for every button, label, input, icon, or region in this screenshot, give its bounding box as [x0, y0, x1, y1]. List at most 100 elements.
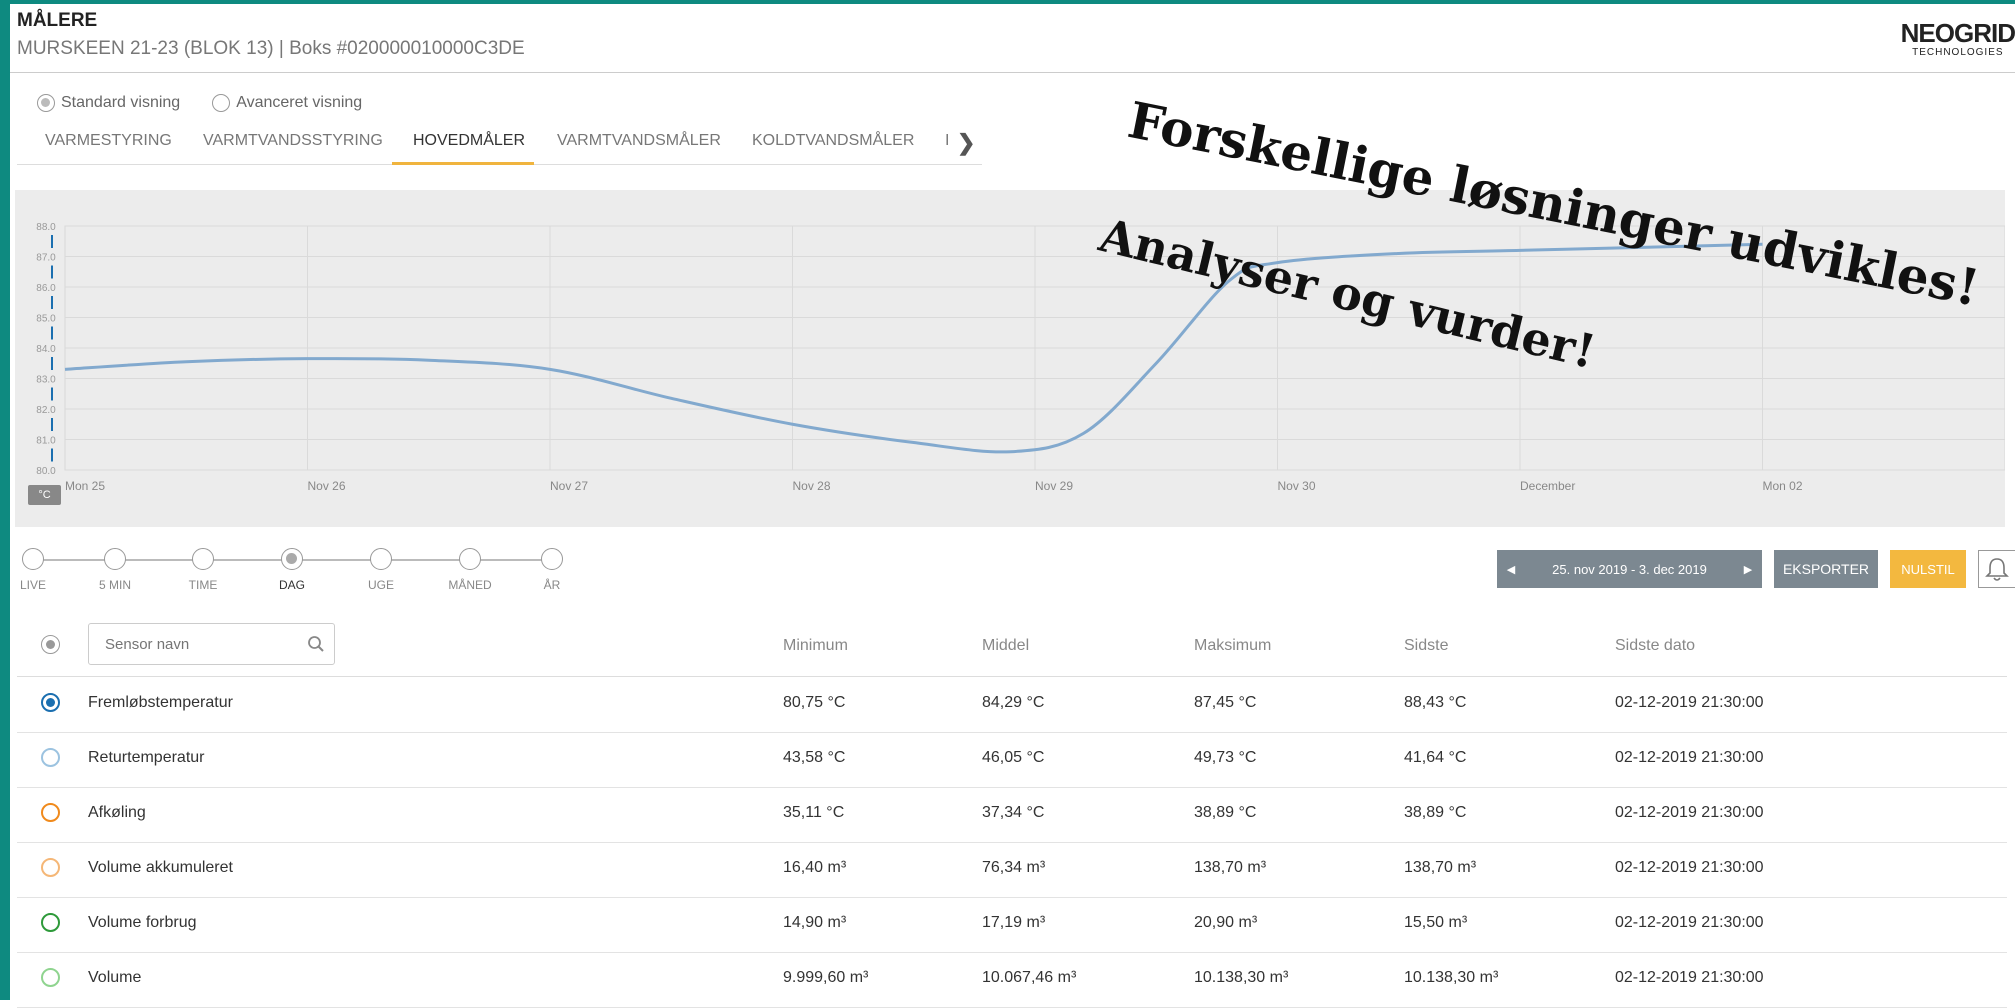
- table-row[interactable]: Volume akkumuleret 16,40 m³ 76,34 m³ 138,70…: [17, 842, 2007, 898]
- x-tick-label: Mon 02: [1763, 479, 1803, 493]
- cell-sensor-name: Volume forbrug: [88, 914, 197, 931]
- cell-sidste: 38,89 °C: [1404, 804, 1467, 821]
- cell-sidste: 15,50 m³: [1404, 914, 1468, 931]
- sensor-search-input[interactable]: [88, 623, 335, 665]
- view-option-label: Avanceret visning: [236, 94, 363, 111]
- reset-button[interactable]: NULSTIL: [1890, 550, 1966, 588]
- sensor-radio[interactable]: [41, 968, 60, 987]
- table-row[interactable]: Fremløbstemperatur 80,75 °C 84,29 °C 87,45 …: [17, 677, 2007, 733]
- table-row[interactable]: Volume forbrug 14,90 m³ 17,19 m³ 20,90 m³ 15…: [17, 897, 2007, 953]
- cell-minimum: 16,40 m³: [783, 859, 847, 876]
- y-tick-label: 86.0: [36, 283, 56, 294]
- tab-varmtvandsstyring[interactable]: VARMTVANDSSTYRING: [203, 132, 383, 150]
- notification-button[interactable]: [1978, 550, 2015, 588]
- tab-koldtvandsmaaler[interactable]: KOLDTVANDSMÅLER: [752, 132, 914, 150]
- header-divider: [10, 72, 2015, 73]
- table-header: Minimum Middel Maksimum Sidste Sidste da…: [17, 623, 2007, 677]
- search-icon[interactable]: [307, 635, 325, 653]
- column-header-maksimum[interactable]: Maksimum: [1194, 637, 1271, 655]
- range-stop-dot[interactable]: [459, 548, 481, 570]
- tab-more[interactable]: I: [945, 132, 949, 150]
- cell-sensor-name: Volume: [88, 969, 142, 986]
- sensor-radio[interactable]: [41, 913, 60, 932]
- view-option-advanced[interactable]: Avanceret visning: [212, 94, 362, 112]
- cell-middel: 76,34 m³: [982, 859, 1046, 876]
- x-tick-label: Nov 29: [1035, 479, 1073, 493]
- y-tick-label: 87.0: [36, 253, 56, 264]
- logo-main-text: NEOGRID: [1900, 18, 2015, 48]
- cell-sidste: 41,64 °C: [1404, 749, 1467, 766]
- date-range-label[interactable]: 25. nov 2019 - 3. dec 2019: [1525, 562, 1734, 577]
- table-row[interactable]: Afkøling 35,11 °C 37,34 °C 38,89 °C 38,89 °C…: [17, 787, 2007, 843]
- column-header-minimum[interactable]: Minimum: [783, 637, 848, 655]
- cell-sensor-name: Returtemperatur: [88, 749, 205, 766]
- sensor-radio[interactable]: [41, 693, 60, 712]
- cell-sidste: 88,43 °C: [1404, 694, 1467, 711]
- range-stop-dot[interactable]: [370, 548, 392, 570]
- page-title: MÅLERE: [17, 10, 98, 31]
- tab-hovedmaaler[interactable]: HOVEDMÅLER: [413, 132, 525, 150]
- active-tab-indicator: [392, 162, 534, 165]
- cell-sensor-name: Fremløbstemperatur: [88, 694, 233, 711]
- range-stop-label: 5 MIN: [98, 578, 132, 592]
- cell-middel: 10.067,46 m³: [982, 969, 1077, 986]
- caret-right-icon[interactable]: ▶: [1734, 563, 1762, 576]
- cell-middel: 37,34 °C: [982, 804, 1045, 821]
- bell-icon: [1985, 558, 2009, 581]
- y-unit-badge[interactable]: °C: [28, 485, 61, 505]
- cell-sidste-dato: 02-12-2019 21:30:00: [1615, 694, 1764, 711]
- meter-tabs: VARMESTYRING VARMTVANDSSTYRING HOVEDMÅLE…: [17, 124, 982, 165]
- sensor-radio[interactable]: [41, 748, 60, 767]
- range-stop-dot[interactable]: [22, 548, 44, 570]
- table-row[interactable]: Returtemperatur 43,58 °C 46,05 °C 49,73 °C 4…: [17, 732, 2007, 788]
- cell-sidste-dato: 02-12-2019 21:30:00: [1615, 804, 1764, 821]
- view-option-label: Standard visning: [61, 94, 181, 111]
- column-header-middel[interactable]: Middel: [982, 637, 1029, 655]
- select-all-radio[interactable]: [41, 635, 60, 654]
- y-tick-label: 84.0: [36, 344, 56, 355]
- cell-sidste-dato: 02-12-2019 21:30:00: [1615, 914, 1764, 931]
- sensor-radio[interactable]: [41, 803, 60, 822]
- cell-middel: 84,29 °C: [982, 694, 1045, 711]
- export-button[interactable]: EKSPORTER: [1774, 550, 1878, 588]
- x-tick-label: Nov 26: [308, 479, 346, 493]
- cell-sensor-name: Volume akkumuleret: [88, 859, 233, 876]
- cell-sidste-dato: 02-12-2019 21:30:00: [1615, 749, 1764, 766]
- range-stop-label: LIVE: [19, 578, 47, 592]
- range-stop-label: MÅNED: [448, 578, 492, 592]
- view-option-standard[interactable]: Standard visning: [37, 94, 180, 112]
- caret-left-icon[interactable]: ◀: [1497, 563, 1525, 576]
- cell-maksimum: 20,90 m³: [1194, 914, 1258, 931]
- cell-sidste-dato: 02-12-2019 21:30:00: [1615, 859, 1764, 876]
- range-stop-dot[interactable]: [541, 548, 563, 570]
- column-header-sidste[interactable]: Sidste: [1404, 637, 1448, 655]
- range-stop-label: DAG: [278, 578, 306, 592]
- range-stop-dot[interactable]: [192, 548, 214, 570]
- y-tick-label: 80.0: [36, 466, 56, 477]
- x-tick-label: December: [1520, 479, 1575, 493]
- cell-maksimum: 38,89 °C: [1194, 804, 1257, 821]
- radio-icon[interactable]: [212, 94, 231, 112]
- logo-sub-text: TECHNOLOGIES: [1912, 47, 2004, 58]
- time-range-slider[interactable]: LIVE 5 MIN TIME DAG UGE MÅNED ÅR: [19, 548, 563, 598]
- cell-maksimum: 87,45 °C: [1194, 694, 1257, 711]
- range-stop-dot[interactable]: [281, 548, 303, 570]
- radio-icon[interactable]: [37, 94, 55, 112]
- y-tick-label: 82.0: [36, 405, 56, 416]
- tab-varmestyring[interactable]: VARMESTYRING: [45, 132, 172, 150]
- y-tick-label: 88.0: [36, 222, 56, 233]
- y-tick-label: 85.0: [36, 314, 56, 325]
- range-stop-label: ÅR: [543, 578, 561, 592]
- x-tick-label: Nov 28: [793, 479, 831, 493]
- column-header-sidste-dato[interactable]: Sidste dato: [1615, 637, 1695, 655]
- range-stop-label: TIME: [188, 578, 218, 592]
- x-tick-label: Mon 25: [65, 479, 105, 493]
- tab-varmtvandsmaaler[interactable]: VARMTVANDSMÅLER: [557, 132, 721, 150]
- sensor-radio[interactable]: [41, 858, 60, 877]
- chevron-right-icon[interactable]: ❯: [957, 130, 975, 156]
- date-range-nav: ◀ 25. nov 2019 - 3. dec 2019 ▶: [1497, 550, 1762, 588]
- cell-sidste: 10.138,30 m³: [1404, 969, 1499, 986]
- cell-minimum: 35,11 °C: [783, 804, 845, 821]
- range-stop-dot[interactable]: [104, 548, 126, 570]
- cell-maksimum: 10.138,30 m³: [1194, 969, 1289, 986]
